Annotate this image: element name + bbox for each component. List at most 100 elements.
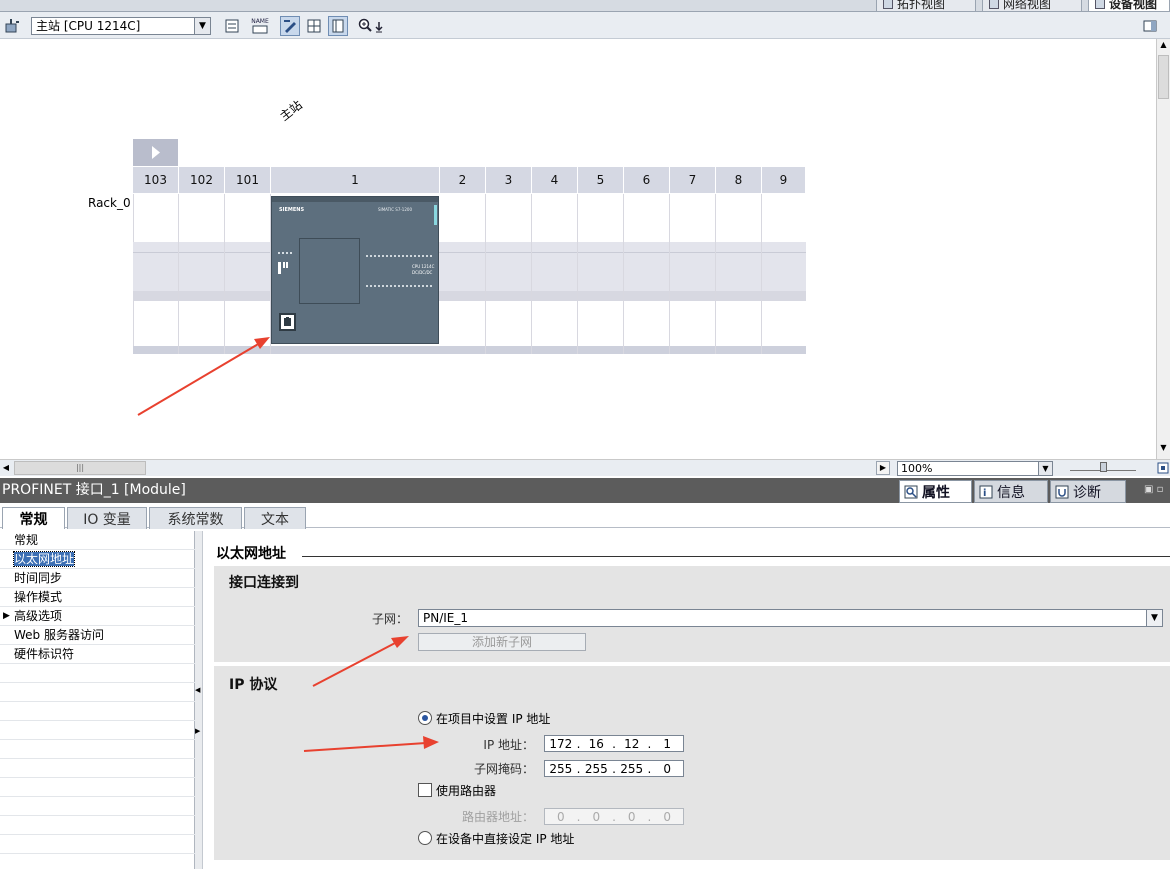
panel-toggle-icon[interactable] xyxy=(1140,16,1160,36)
io-leds-top xyxy=(366,255,432,258)
scroll-left-icon[interactable]: ◀ xyxy=(0,461,12,475)
nav-item-web-server-access[interactable]: Web 服务器访问 xyxy=(0,626,195,645)
nav-empty-row xyxy=(0,797,195,816)
zoom-slider-thumb[interactable] xyxy=(1100,462,1107,472)
cpu-door xyxy=(299,238,360,304)
tab-device-view[interactable]: 设备视图 xyxy=(1088,0,1170,12)
canvas-vertical-scrollbar[interactable]: ▲ ▼ xyxy=(1156,39,1170,459)
ip-protocol-title: IP 协议 xyxy=(229,677,278,693)
subnet-select[interactable]: PN/IE_1 ▼ xyxy=(418,609,1163,627)
nav-empty-row xyxy=(0,740,195,759)
zoom-icon[interactable] xyxy=(356,16,388,36)
slot-divider xyxy=(224,194,225,354)
mask-octet[interactable]: 255 xyxy=(616,762,648,776)
annotation-arrow-subnet xyxy=(312,636,409,687)
tab-topology-view[interactable]: 拓扑视图 xyxy=(876,0,976,12)
use-router-checkbox[interactable] xyxy=(418,783,432,797)
window-restore-icon[interactable]: ▣ ▫ xyxy=(1144,484,1168,498)
tab-label: 信息 xyxy=(997,484,1025,501)
tab-general[interactable]: 常规 xyxy=(2,507,65,529)
radio-set-ip-in-project[interactable] xyxy=(418,711,432,725)
annotation-arrow-port xyxy=(137,337,270,416)
nav-item-advanced-options[interactable]: ▶ 高级选项 xyxy=(0,607,195,626)
subnet-mask-label: 子网掩码： xyxy=(473,762,534,776)
slot-header: 6 xyxy=(624,167,670,193)
radio-set-ip-on-device[interactable] xyxy=(418,831,432,845)
chevron-down-icon[interactable]: ▼ xyxy=(1038,462,1052,475)
nav-empty-row xyxy=(0,778,195,797)
cpu-top-edge xyxy=(272,197,438,202)
ip-octet[interactable]: 1 xyxy=(651,737,683,751)
scroll-up-icon[interactable]: ▲ xyxy=(1158,40,1169,52)
nav-item-time-sync[interactable]: 时间同步 xyxy=(0,569,195,588)
router-octet: 0 xyxy=(592,809,601,824)
edit-mode-icon[interactable] xyxy=(280,16,300,36)
slot-divider xyxy=(715,194,716,354)
profinet-port-icon[interactable] xyxy=(279,313,296,331)
device-tree-icon[interactable] xyxy=(2,16,22,36)
tab-label: 设备视图 xyxy=(1109,0,1158,11)
collapse-left-icon[interactable]: ◀ xyxy=(195,686,200,694)
rack-band xyxy=(133,242,806,252)
nav-splitter[interactable]: ◀ ▶ xyxy=(195,531,203,869)
info-icon: i xyxy=(979,485,993,499)
tab-io-tags[interactable]: IO 变量 xyxy=(67,507,147,529)
nav-item-ethernet-address[interactable]: 以太网地址 xyxy=(0,550,195,569)
module-view-icon[interactable] xyxy=(222,16,242,36)
rack-band xyxy=(133,291,806,301)
add-subnet-button[interactable]: 添加新子网 xyxy=(418,633,586,651)
subnet-mask-input[interactable]: 255. 255. 255. 0 xyxy=(544,760,684,777)
tab-texts[interactable]: 文本 xyxy=(244,507,306,529)
slot-header: 9 xyxy=(762,167,806,193)
cpu-run-stop-icon xyxy=(278,260,290,276)
ip-address-input[interactable]: 172. 16. 12. 1 xyxy=(544,735,684,752)
device-canvas[interactable]: 主站 103 102 101 1 2 3 4 5 6 7 8 9 Rack_0 … xyxy=(0,39,1156,459)
nav-item-hardware-identifier[interactable]: 硬件标识符 xyxy=(0,645,195,664)
status-led-strip xyxy=(434,205,437,225)
expand-rack-button[interactable] xyxy=(133,139,178,166)
page-break-icon[interactable] xyxy=(328,16,348,36)
nav-empty-row xyxy=(0,816,195,835)
nav-label: 硬件标识符 xyxy=(14,647,75,661)
slot-divider xyxy=(531,194,532,354)
expand-arrow-icon[interactable]: ▶ xyxy=(3,607,10,626)
view-tab-strip: 拓扑视图 网络视图 设备视图 xyxy=(0,0,1170,12)
nav-item-general[interactable]: 常规 xyxy=(0,531,195,550)
nav-empty-row xyxy=(0,759,195,778)
chevron-down-icon[interactable]: ▼ xyxy=(1146,610,1162,626)
tab-system-constants[interactable]: 系统常数 xyxy=(149,507,242,529)
station-label: 主站 xyxy=(277,97,305,124)
nav-label: Web 服务器访问 xyxy=(14,628,104,642)
tab-network-view[interactable]: 网络视图 xyxy=(982,0,1082,12)
tab-diagnostics[interactable]: 诊断 xyxy=(1050,480,1126,503)
zoom-selector[interactable]: 100% ▼ xyxy=(897,461,1053,476)
chevron-down-icon[interactable]: ▼ xyxy=(194,18,210,34)
scroll-thumb[interactable] xyxy=(1158,55,1169,99)
cpu-module[interactable]: SIEMENS SIMATIC S7-1200 CPU 1214C DC/DC/… xyxy=(271,196,439,344)
mask-octet[interactable]: 0 xyxy=(651,762,683,776)
diagnostics-icon xyxy=(1055,485,1069,498)
show-names-icon[interactable]: NAME xyxy=(250,16,270,36)
device-selector[interactable]: 主站 [CPU 1214C] ▼ xyxy=(31,17,211,35)
radio-set-ip-on-device-label: 在设备中直接设定 IP 地址 xyxy=(436,832,575,846)
expand-arrow-icon xyxy=(152,146,160,159)
tab-info[interactable]: i 信息 xyxy=(974,480,1048,503)
mask-octet[interactable]: 255 xyxy=(580,762,612,776)
ip-octet[interactable]: 172 xyxy=(545,737,577,751)
scroll-right-icon[interactable]: ▶ xyxy=(876,461,890,475)
tab-label: 诊断 xyxy=(1073,484,1101,501)
ip-octet[interactable]: 12 xyxy=(616,737,648,751)
expand-right-icon[interactable]: ▶ xyxy=(195,727,200,735)
horizontal-scroll-thumb[interactable]: ||| xyxy=(14,461,146,475)
tab-properties[interactable]: 属性 xyxy=(899,480,972,503)
grid-icon[interactable] xyxy=(304,16,324,36)
overview-icon[interactable] xyxy=(1156,461,1170,475)
device-view-toolbar: 主站 [CPU 1214C] ▼ NAME xyxy=(0,12,1170,39)
tab-label: 属性 xyxy=(922,484,950,501)
nav-item-operating-mode[interactable]: 操作模式 xyxy=(0,588,195,607)
nav-label: 常规 xyxy=(14,533,39,547)
scroll-down-icon[interactable]: ▼ xyxy=(1158,443,1169,455)
mask-octet[interactable]: 255 xyxy=(545,762,577,776)
slot-header: 3 xyxy=(486,167,532,193)
ip-octet[interactable]: 16 xyxy=(580,737,612,751)
